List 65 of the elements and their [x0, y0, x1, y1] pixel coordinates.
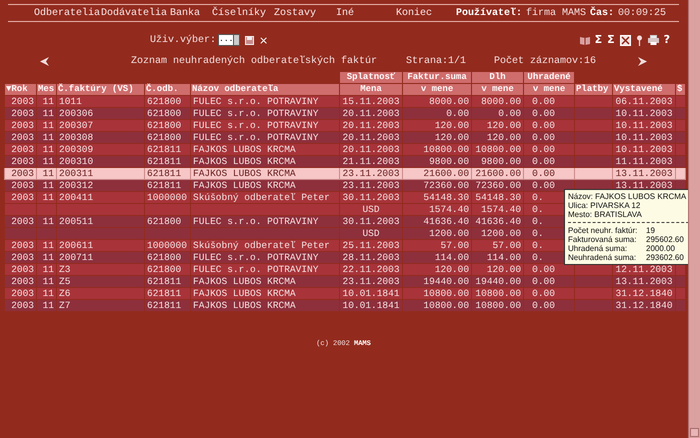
- table-cell: 10800.00: [402, 300, 472, 312]
- table-row[interactable]: 2003 11 Z3 621800 FULEC s.r.o. POTRAVINY 22.11.2003 120.00 120.00 0.00 12.11.2003: [4, 264, 686, 276]
- column-group-header: Splatnosť: [340, 72, 403, 84]
- table-cell: 10800.00: [472, 300, 524, 312]
- table-row[interactable]: 2003 11 Z6 621811 FAJKOS LUBOS KRCMA 10.01.1841 10800.00 10800.00 0.00 31.12.1840: [4, 288, 686, 300]
- filter-dropdown[interactable]: ...: [218, 34, 240, 46]
- toolbar-button[interactable]: Σ: [607, 34, 615, 46]
- save-icon[interactable]: [245, 36, 254, 44]
- next-arrow-icon[interactable]: [638, 56, 647, 66]
- table-row[interactable]: 2003 11 200307 621800 FULEC s.r.o. POTRAVINY 20.11.2003 120.00 120.00 0.00 10.11.2003: [4, 120, 686, 132]
- column-header[interactable]: Č.faktúry (VS): [56, 84, 144, 96]
- column-header[interactable]: Názov odberateľa: [190, 84, 340, 96]
- time-label: Čas:: [590, 8, 614, 18]
- table-cell: 621811: [144, 300, 190, 312]
- list-title: Zoznam neuhradených odberateľských faktúr: [131, 56, 378, 66]
- table-cell: 0.00: [524, 300, 575, 312]
- column-header[interactable]: Č.odb.: [144, 84, 190, 96]
- pin-icon[interactable]: [636, 34, 643, 46]
- book-icon[interactable]: [580, 36, 590, 44]
- stat-value: 19: [646, 226, 656, 235]
- column-group-header: Dlh: [472, 72, 524, 84]
- column-header[interactable]: ▼Rok: [4, 84, 36, 96]
- menu-item[interactable]: Odberatelia: [34, 8, 101, 18]
- menu-item[interactable]: Dodávatelia: [101, 8, 170, 18]
- user-name: firma MAMS: [526, 8, 586, 18]
- table-row[interactable]: 2003 11 200311 621811 FAJKOS LUBOS KRCMA 23.11.2003 21600.00 21600.00 0.00 13.11.2003: [4, 168, 686, 180]
- column-header[interactable]: v mene: [524, 84, 575, 96]
- column-header[interactable]: Vystavené: [612, 84, 676, 96]
- menu-item[interactable]: Číselníky: [212, 8, 274, 18]
- stat-value: 293602.60: [646, 253, 685, 262]
- table-cell: 11: [36, 300, 56, 312]
- column-header[interactable]: v mene: [402, 84, 472, 96]
- table-row[interactable]: 2003 11 200308 621800 FULEC s.r.o. POTRAVINY 20.11.2003 120.00 120.00 0.00 10.11.2003: [4, 132, 686, 144]
- clock-time: 00:09:25: [618, 8, 666, 18]
- column-header[interactable]: Mena: [340, 84, 403, 96]
- table-row[interactable]: 2003 11 200310 621811 FAJKOS LUBOS KRCMA 21.11.2003 9800.00 9800.00 0.00 11.11.2003: [4, 156, 686, 168]
- table-cell: 2003: [4, 300, 36, 312]
- delete-button[interactable]: ×: [259, 34, 268, 46]
- stat-value: 2000.00: [646, 244, 676, 253]
- menu-item[interactable]: Zostavy: [274, 8, 336, 18]
- column-group-header: Faktur.suma: [402, 72, 472, 84]
- menu-item[interactable]: Banka: [170, 8, 212, 18]
- table-row[interactable]: 2003 11 1011 621800 FULEC s.r.o. POTRAVINY 15.11.2003 8000.00 8000.00 0.00 06.11.2003: [4, 96, 686, 108]
- table-row[interactable]: 2003 11 200306 621800 FULEC s.r.o. POTRAVINY 20.11.2003 0.00 0.00 0.00 10.11.2003: [4, 108, 686, 120]
- column-header[interactable]: v mene: [472, 84, 524, 96]
- table-row[interactable]: 2003 11 200309 621811 FAJKOS LUBOS KRCMA 20.11.2003 10800.00 10800.00 0.00 10.11.2003: [4, 144, 686, 156]
- previous-arrow-icon[interactable]: [40, 56, 49, 66]
- filter-label: Uživ.výber:: [150, 34, 216, 46]
- table-cell: 10.01.1841: [340, 300, 403, 312]
- page-indicator: Strana:1/1: [406, 56, 468, 66]
- menu-item[interactable]: Koniec: [396, 8, 456, 18]
- printer-icon[interactable]: [648, 35, 659, 45]
- scrollbar[interactable]: [688, 0, 700, 438]
- user-label: Používateľ:: [456, 8, 522, 18]
- table-cell: 31.12.1840: [612, 300, 676, 312]
- toolbar-button[interactable]: ?: [664, 34, 670, 46]
- table-row[interactable]: 2003 11 Z7 621811 FAJKOS LUBOS KRCMA 10.01.1841 10800.00 10800.00 0.00 31.12.1840: [4, 300, 686, 312]
- spreadsheet-icon[interactable]: [620, 34, 631, 46]
- table-cell: FAJKOS LUBOS KRCMA: [190, 300, 340, 312]
- menu-item[interactable]: Iné: [336, 8, 396, 18]
- toolbar-button[interactable]: Σ: [594, 34, 602, 46]
- record-count: Počet záznamov:16: [494, 56, 596, 66]
- column-group-header: Uhradené: [524, 72, 575, 84]
- table-cell: Z7: [56, 300, 144, 312]
- table-row[interactable]: 2003 11 Z5 621811 FAJKOS LUBOS KRCMA 23.11.2003 19440.00 19440.00 0.00 13.11.2003: [4, 276, 686, 288]
